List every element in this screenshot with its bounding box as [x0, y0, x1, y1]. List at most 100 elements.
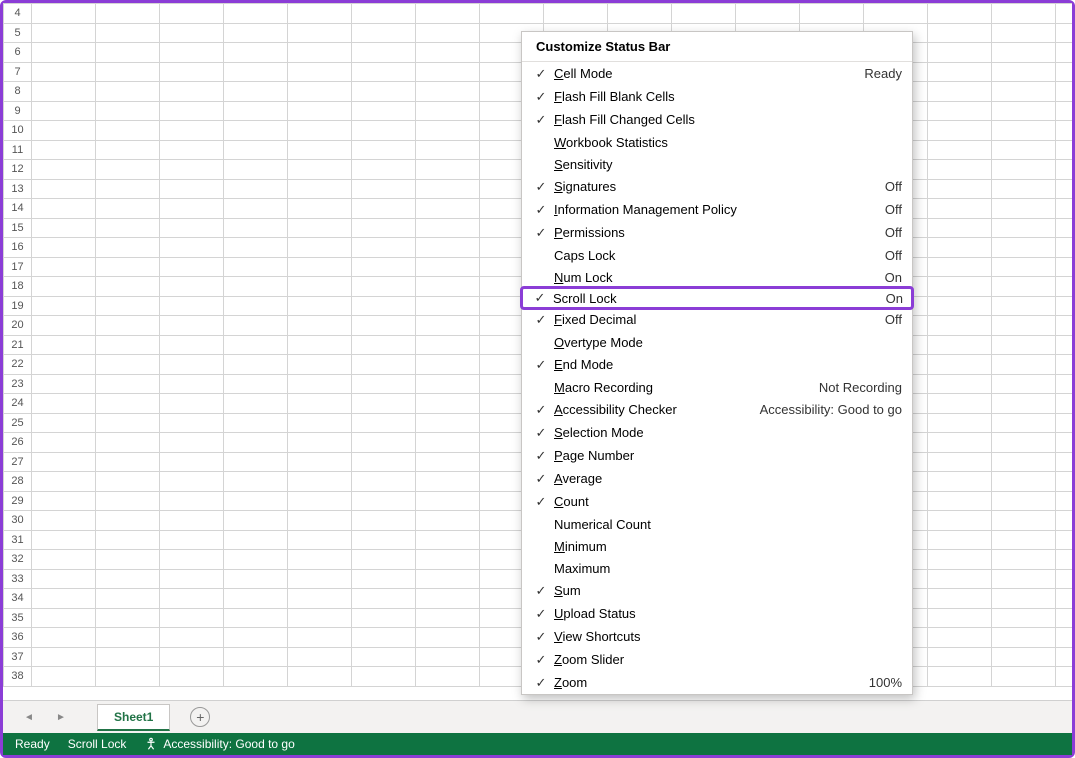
cell[interactable] [288, 160, 352, 180]
cell[interactable] [96, 316, 160, 336]
cell[interactable] [928, 550, 992, 570]
cell[interactable] [416, 277, 480, 297]
cell[interactable] [352, 667, 416, 687]
cell[interactable] [992, 121, 1056, 141]
cell[interactable] [928, 4, 992, 24]
cell[interactable] [224, 23, 288, 43]
menu-item-view-shortcuts[interactable]: ✓View Shortcuts [522, 625, 912, 648]
cell[interactable] [288, 628, 352, 648]
add-sheet-button[interactable]: + [190, 707, 210, 727]
cell[interactable] [160, 628, 224, 648]
cell[interactable] [160, 179, 224, 199]
cell[interactable] [1056, 433, 1073, 453]
cell[interactable] [32, 335, 96, 355]
cell[interactable] [288, 355, 352, 375]
cell[interactable] [224, 628, 288, 648]
cell[interactable] [352, 4, 416, 24]
cell[interactable] [352, 160, 416, 180]
cell[interactable] [96, 121, 160, 141]
row-header[interactable]: 37 [4, 647, 32, 667]
cell[interactable] [352, 82, 416, 102]
cell[interactable] [416, 335, 480, 355]
cell[interactable] [96, 218, 160, 238]
cell[interactable] [288, 296, 352, 316]
cell[interactable] [416, 218, 480, 238]
cell[interactable] [224, 82, 288, 102]
cell[interactable] [96, 4, 160, 24]
menu-item-page-number[interactable]: ✓Page Number [522, 444, 912, 467]
cell[interactable] [32, 569, 96, 589]
cell[interactable] [32, 62, 96, 82]
cell[interactable] [928, 472, 992, 492]
cell[interactable] [1056, 667, 1073, 687]
cell[interactable] [160, 199, 224, 219]
cell[interactable] [32, 277, 96, 297]
cell[interactable] [992, 257, 1056, 277]
cell[interactable] [224, 62, 288, 82]
cell[interactable] [288, 374, 352, 394]
cell[interactable] [352, 355, 416, 375]
cell[interactable] [32, 296, 96, 316]
cell[interactable] [992, 550, 1056, 570]
cell[interactable] [416, 238, 480, 258]
cell[interactable] [352, 394, 416, 414]
cell[interactable] [416, 628, 480, 648]
menu-item-signatures[interactable]: ✓SignaturesOff [522, 175, 912, 198]
menu-item-cell-mode[interactable]: ✓Cell ModeReady [522, 62, 912, 85]
cell[interactable] [288, 530, 352, 550]
cell[interactable] [928, 101, 992, 121]
cell[interactable] [992, 199, 1056, 219]
cell[interactable] [416, 82, 480, 102]
cell[interactable] [288, 62, 352, 82]
cell[interactable] [32, 472, 96, 492]
cell[interactable] [96, 413, 160, 433]
cell[interactable] [992, 82, 1056, 102]
cell[interactable] [224, 257, 288, 277]
cell[interactable] [96, 238, 160, 258]
cell[interactable] [416, 569, 480, 589]
cell[interactable] [1056, 394, 1073, 414]
cell[interactable] [992, 433, 1056, 453]
row-header[interactable]: 10 [4, 121, 32, 141]
menu-item-permissions[interactable]: ✓PermissionsOff [522, 221, 912, 244]
cell[interactable] [288, 43, 352, 63]
cell[interactable] [352, 550, 416, 570]
cell[interactable] [160, 374, 224, 394]
cell[interactable] [96, 335, 160, 355]
cell[interactable] [288, 667, 352, 687]
cell[interactable] [96, 140, 160, 160]
menu-item-upload-status[interactable]: ✓Upload Status [522, 602, 912, 625]
cell[interactable] [288, 472, 352, 492]
row-header[interactable]: 25 [4, 413, 32, 433]
cell[interactable] [992, 667, 1056, 687]
menu-item-minimum[interactable]: Minimum [522, 535, 912, 557]
cell[interactable] [224, 491, 288, 511]
cell[interactable] [992, 628, 1056, 648]
row-header[interactable]: 17 [4, 257, 32, 277]
cell[interactable] [352, 257, 416, 277]
cell[interactable] [96, 160, 160, 180]
row-header[interactable]: 29 [4, 491, 32, 511]
cell[interactable] [32, 121, 96, 141]
cell[interactable] [992, 374, 1056, 394]
menu-item-numerical-count[interactable]: Numerical Count [522, 513, 912, 535]
cell[interactable] [160, 511, 224, 531]
cell[interactable] [224, 374, 288, 394]
cell[interactable] [96, 589, 160, 609]
row-header[interactable]: 7 [4, 62, 32, 82]
cell[interactable] [992, 569, 1056, 589]
cell[interactable] [992, 140, 1056, 160]
cell[interactable] [992, 530, 1056, 550]
cell[interactable] [288, 121, 352, 141]
cell[interactable] [992, 238, 1056, 258]
cell[interactable] [32, 23, 96, 43]
cell[interactable] [288, 23, 352, 43]
row-header[interactable]: 30 [4, 511, 32, 531]
cell[interactable] [1056, 121, 1073, 141]
cell[interactable] [32, 647, 96, 667]
cell[interactable] [160, 140, 224, 160]
cell[interactable] [160, 452, 224, 472]
cell[interactable] [928, 238, 992, 258]
cell[interactable] [160, 160, 224, 180]
row-header[interactable]: 21 [4, 335, 32, 355]
